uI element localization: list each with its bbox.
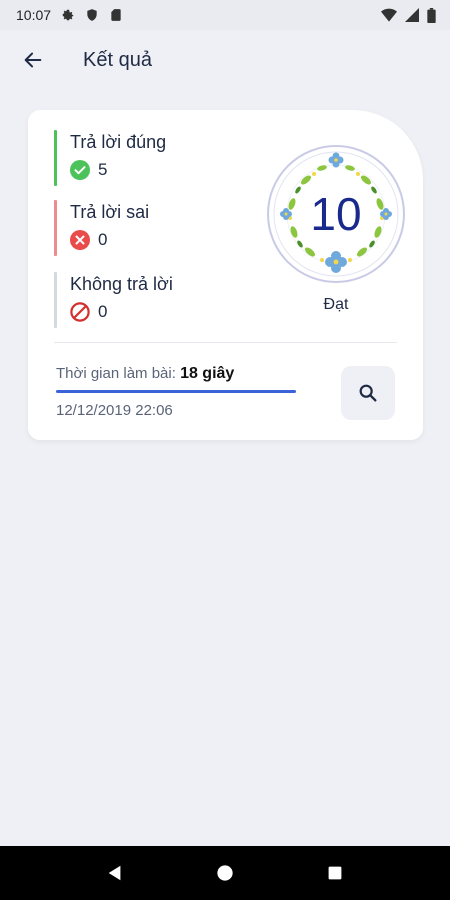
prohibited-icon — [70, 302, 90, 322]
duration-progress-fill — [56, 390, 296, 393]
battery-icon — [427, 7, 436, 23]
status-left: 10:07 — [16, 7, 123, 23]
nav-back-button[interactable] — [95, 853, 135, 893]
status-time: 10:07 — [16, 7, 52, 23]
duration-value: 18 giây — [180, 365, 235, 382]
app-bar: Kết quả — [0, 30, 450, 90]
home-circle-icon — [217, 865, 233, 881]
gear-icon — [62, 9, 74, 21]
wrong-count: 0 — [98, 230, 108, 249]
exam-datetime: 12/12/2019 22:06 — [56, 402, 173, 419]
nav-home-button[interactable] — [205, 853, 245, 893]
back-button[interactable] — [5, 32, 61, 88]
arrow-left-icon — [24, 52, 42, 68]
nav-recents-button[interactable] — [315, 853, 355, 893]
wifi-icon — [381, 8, 397, 22]
duration-label: Thời gian làm bài: — [56, 365, 176, 382]
correct-indicator-bar — [54, 130, 57, 186]
wrong-label: Trả lời sai — [70, 202, 150, 222]
sim-icon — [111, 9, 121, 21]
review-search-button[interactable] — [341, 366, 395, 420]
correct-label: Trả lời đúng — [70, 132, 167, 152]
duration-text: Thời gian làm bài: 18 giây — [56, 365, 234, 383]
check-circle-icon — [70, 160, 90, 180]
result-status: Đạt — [323, 296, 349, 313]
correct-count: 5 — [98, 160, 108, 179]
wrong-indicator-bar — [54, 200, 57, 256]
unanswered-indicator-bar — [54, 272, 57, 328]
divider — [54, 342, 397, 343]
unanswered-count: 0 — [98, 302, 108, 321]
score-badge: 10 — [266, 144, 406, 284]
x-circle-icon — [70, 230, 90, 250]
search-icon — [359, 384, 377, 402]
status-bar: 10:07 — [0, 0, 450, 30]
result-card: Trả lời đúng 5 Trả lời sai 0 Không trả l… — [28, 110, 423, 440]
page-title: Kết quả — [83, 48, 152, 71]
unanswered-label: Không trả lời — [70, 274, 173, 294]
score-value: 10 — [310, 188, 362, 240]
signal-icon — [405, 8, 419, 22]
wrong-answers-stat: Trả lời sai 0 — [54, 200, 254, 256]
duration-progress-bar — [56, 390, 296, 393]
recents-square-icon — [328, 866, 342, 880]
system-nav-bar — [0, 846, 450, 900]
shield-icon — [87, 9, 97, 21]
status-right — [381, 7, 436, 23]
unanswered-stat: Không trả lời 0 — [54, 272, 254, 328]
back-triangle-icon — [108, 865, 121, 881]
correct-answers-stat: Trả lời đúng 5 — [54, 130, 254, 186]
